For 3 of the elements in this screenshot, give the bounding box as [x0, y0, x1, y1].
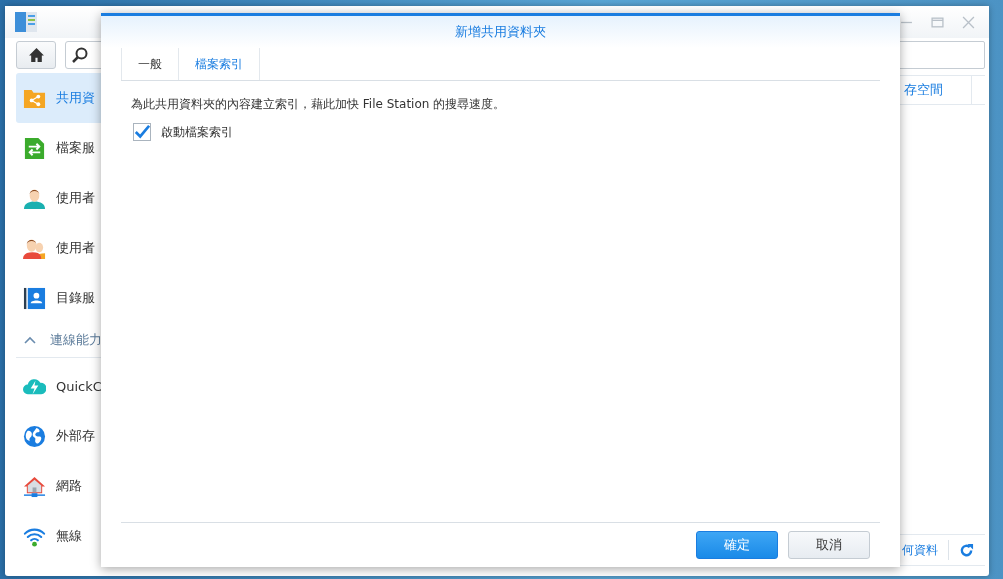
status-text: 何資料: [902, 541, 938, 559]
dialog-title: 新增共用資料夾: [455, 23, 546, 41]
description-text: 為此共用資料夾的內容建立索引，藉此加快 File Station 的搜尋速度。: [131, 96, 507, 113]
